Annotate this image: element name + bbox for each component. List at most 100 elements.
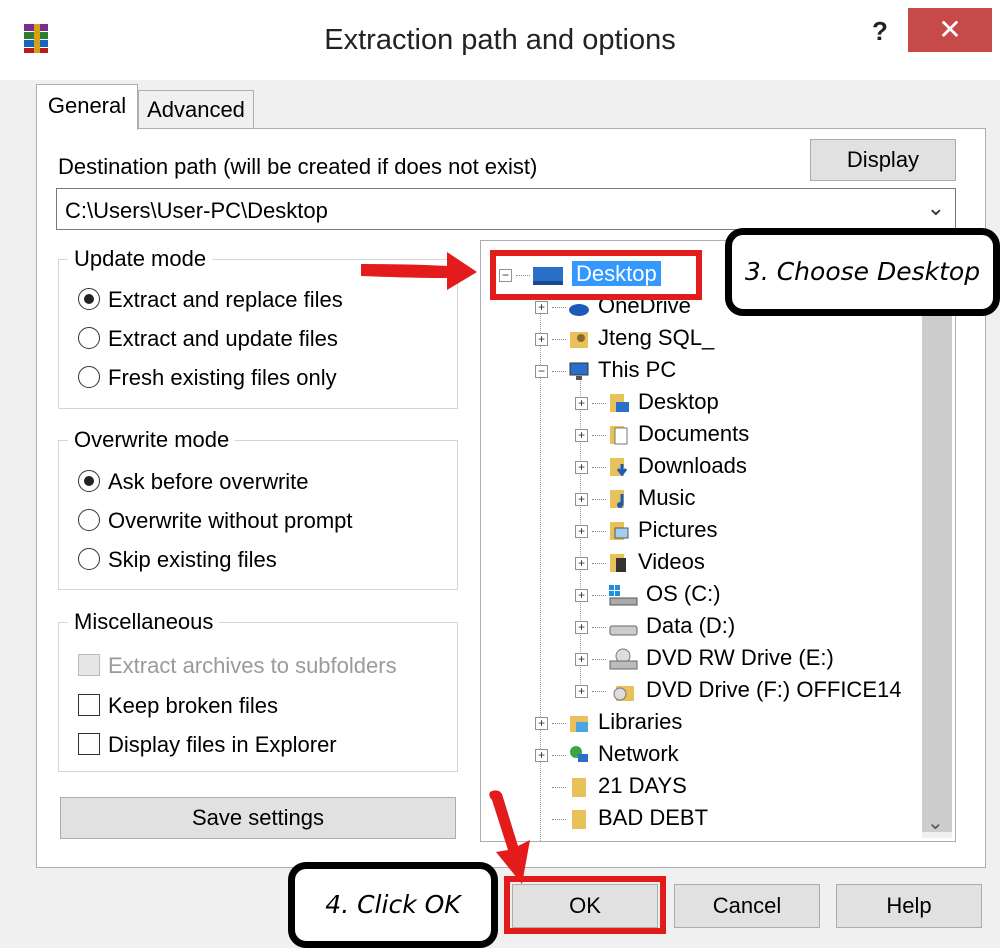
tab-advanced[interactable]: Advanced: [138, 90, 254, 129]
radio-button[interactable]: [78, 327, 100, 350]
expand-icon[interactable]: +: [575, 396, 588, 410]
network-icon: [570, 746, 588, 763]
tree-item-os-c[interactable]: + OS (C:): [575, 578, 721, 610]
tree-connector: [592, 562, 606, 564]
collapse-icon[interactable]: −: [535, 364, 548, 378]
misc-title: Miscellaneous: [68, 609, 220, 635]
tree-connector: [552, 370, 566, 372]
cancel-button[interactable]: Cancel: [674, 884, 820, 928]
tree-item-libraries[interactable]: + Libraries: [535, 706, 682, 738]
radio-extract-replace[interactable]: Extract and replace files: [78, 285, 343, 315]
tree-item-documents[interactable]: + Documents: [575, 418, 749, 450]
drive-icon: [609, 625, 638, 636]
checkbox: [78, 654, 100, 677]
tab-general[interactable]: General: [36, 84, 138, 130]
display-button[interactable]: Display: [810, 139, 956, 181]
expand-icon[interactable]: +: [575, 428, 588, 442]
tree-item-music[interactable]: + Music: [575, 482, 695, 514]
close-button[interactable]: ✕: [908, 8, 992, 52]
tree-item-label: Network: [598, 741, 679, 766]
checkbox-label: Extract archives to subfolders: [108, 653, 397, 678]
radio-label: Extract and replace files: [108, 287, 343, 312]
save-settings-button[interactable]: Save settings: [60, 797, 456, 839]
radio-label: Skip existing files: [108, 547, 277, 572]
radio-button[interactable]: [78, 288, 100, 311]
radio-button[interactable]: [78, 470, 100, 493]
tree-item-pictures[interactable]: + Pictures: [575, 514, 717, 546]
tree-item-label: DVD RW Drive (E:): [646, 645, 834, 670]
scroll-down-icon[interactable]: ⌄: [927, 810, 944, 835]
documents-icon: [610, 426, 628, 445]
expand-icon[interactable]: +: [575, 492, 588, 506]
tree-item-this-pc[interactable]: − This PC: [535, 354, 676, 386]
videos-icon: [610, 554, 626, 573]
destination-path-combo[interactable]: C:\Users\User-PC\Desktop ⌄: [56, 188, 956, 230]
folder-icon: [572, 810, 586, 830]
radio-button[interactable]: [78, 548, 100, 571]
check-extract-subfolders: Extract archives to subfolders: [78, 651, 397, 681]
tree-connector: [592, 626, 606, 628]
radio-button[interactable]: [78, 366, 100, 389]
folder-icon: [572, 778, 586, 798]
expand-icon[interactable]: +: [575, 588, 588, 602]
tree-item-desktop[interactable]: + Desktop: [575, 386, 719, 418]
expand-icon[interactable]: +: [575, 524, 588, 538]
expand-icon[interactable]: +: [575, 556, 588, 570]
tree-connector: [592, 690, 606, 692]
tree-item-network[interactable]: + Network: [535, 738, 679, 770]
tree-item-data-d[interactable]: + Data (D:): [575, 610, 735, 642]
expand-icon[interactable]: +: [535, 716, 548, 730]
tree-item-label: Videos: [638, 549, 705, 574]
highlight-desktop-box: [490, 250, 702, 300]
tree-connector: [592, 466, 606, 468]
tree-item-label: Data (D:): [646, 613, 736, 638]
chevron-down-icon[interactable]: ⌄: [927, 195, 945, 221]
radio-button[interactable]: [78, 509, 100, 532]
downloads-icon: [610, 458, 628, 477]
check-keep-broken[interactable]: Keep broken files: [78, 691, 278, 721]
radio-ask-before[interactable]: Ask before overwrite: [78, 467, 309, 497]
desktop-folder-icon: [610, 394, 629, 413]
tree-item-label: Downloads: [638, 453, 747, 478]
tree-item-dvd-rw-e[interactable]: + DVD RW Drive (E:): [575, 642, 834, 674]
tree-item-downloads[interactable]: + Downloads: [575, 450, 747, 482]
tree-item-label: Pictures: [638, 517, 718, 542]
tree-item-label: This PC: [598, 357, 677, 382]
checkbox[interactable]: [78, 733, 100, 756]
tree-item-videos[interactable]: + Videos: [575, 546, 705, 578]
expand-icon[interactable]: +: [535, 300, 548, 314]
tree-item-bad-debt[interactable]: BAD DEBT: [552, 802, 708, 834]
checkbox-label: Keep broken files: [108, 693, 278, 718]
tree-connector: [552, 754, 566, 756]
expand-icon[interactable]: +: [575, 460, 588, 474]
tree-connector: [592, 434, 606, 436]
radio-label: Extract and update files: [108, 326, 338, 351]
help-title-button[interactable]: ?: [862, 14, 898, 48]
tree-connector: [592, 594, 606, 596]
folder-tree[interactable]: − Desktop + OneDrive + Jteng SQL_ − This PC …: [480, 240, 956, 842]
tree-item-dvd-f[interactable]: + DVD Drive (F:) OFFICE14: [575, 674, 901, 706]
expand-icon[interactable]: +: [575, 652, 588, 666]
tree-item-21-days[interactable]: 21 DAYS: [552, 770, 687, 802]
tree-scrollbar[interactable]: ⌄: [922, 242, 952, 838]
tree-connector: [592, 498, 606, 500]
expand-icon[interactable]: +: [575, 684, 588, 698]
expand-icon[interactable]: +: [575, 620, 588, 634]
scrollbar-thumb[interactable]: [922, 302, 952, 832]
radio-overwrite-without-prompt[interactable]: Overwrite without prompt: [78, 506, 353, 536]
tree-item-label: Libraries: [598, 709, 683, 734]
tree-connector: [592, 530, 606, 532]
help-button[interactable]: Help: [836, 884, 982, 928]
expand-icon[interactable]: +: [535, 748, 548, 762]
radio-extract-update[interactable]: Extract and update files: [78, 324, 338, 354]
tree-item-jteng[interactable]: + Jteng SQL_: [535, 322, 714, 354]
libraries-icon: [570, 716, 588, 733]
tree-connector: [552, 722, 566, 724]
check-display-explorer[interactable]: Display files in Explorer: [78, 730, 337, 760]
radio-skip-existing[interactable]: Skip existing files: [78, 545, 277, 575]
radio-label: Ask before overwrite: [108, 469, 309, 494]
expand-icon[interactable]: +: [535, 332, 548, 346]
window-title: Extraction path and options: [324, 24, 676, 56]
radio-fresh-existing[interactable]: Fresh existing files only: [78, 363, 337, 393]
checkbox[interactable]: [78, 694, 100, 717]
